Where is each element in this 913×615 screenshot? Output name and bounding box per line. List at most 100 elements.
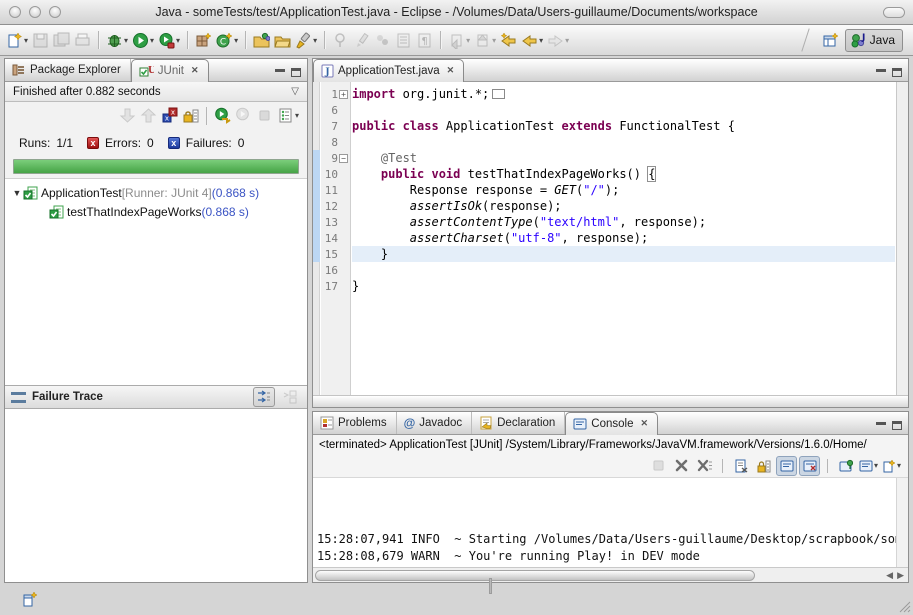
pin-console-button[interactable] [835, 456, 856, 476]
new-wizard-button[interactable]: ▾ [4, 28, 30, 52]
run-caret-icon[interactable]: ▾ [150, 36, 154, 45]
close-junit-tab-icon[interactable]: ✕ [191, 65, 199, 76]
back-caret-icon[interactable]: ▾ [539, 36, 543, 45]
scroll-lock-button[interactable] [180, 104, 201, 128]
fold-marker-icon[interactable]: − [339, 154, 348, 163]
show-console-stderr-button[interactable] [799, 456, 820, 476]
new-class-caret-icon[interactable]: ▾ [234, 36, 238, 45]
run-button[interactable]: ▾ [130, 28, 156, 52]
open-perspective-button[interactable] [820, 28, 841, 52]
toggle-mark-occurrences-button [330, 28, 351, 52]
tab-javadoc[interactable]: @ Javadoc [397, 412, 473, 434]
maximize-console-icon[interactable] [892, 421, 902, 430]
filter-stack-trace-button[interactable] [253, 387, 275, 407]
tab-editor-applicationtest[interactable]: J ApplicationTest.java ✕ [313, 59, 464, 82]
code-line[interactable]: public class ApplicationTest extends Fun… [352, 118, 895, 134]
console-scroll-lock-button[interactable] [753, 456, 774, 476]
code-line[interactable]: Response response = GET("/"); [352, 182, 895, 198]
debug-caret-icon[interactable]: ▾ [124, 36, 128, 45]
new-wizard-caret-icon[interactable]: ▾ [24, 36, 28, 45]
previous-annotation-caret-icon: ▾ [492, 36, 496, 45]
open-console-button[interactable]: ▾ [881, 456, 902, 476]
new-java-project-button[interactable] [193, 28, 214, 52]
display-console-caret-icon[interactable]: ▾ [874, 461, 878, 470]
code-line[interactable]: assertCharset("utf-8", response); [352, 230, 895, 246]
remove-all-launches-button[interactable] [694, 456, 715, 476]
remove-launch-button[interactable] [671, 456, 692, 476]
code-line[interactable]: public void testThatIndexPageWorks() { [352, 166, 895, 182]
test-name: testThatIndexPageWorks [67, 205, 202, 219]
next-annotation-icon [448, 32, 465, 49]
toolbar-pill-icon[interactable] [883, 7, 905, 18]
code-line[interactable] [352, 102, 895, 118]
disclosure-triangle-icon[interactable]: ▼ [11, 188, 23, 198]
run-external-tools-button[interactable]: ▾ [156, 28, 182, 52]
test-time: (0.868 s) [212, 186, 259, 200]
tab-problems[interactable]: Problems [313, 412, 397, 434]
history-caret-icon[interactable]: ▾ [295, 111, 299, 120]
open-console-caret-icon[interactable]: ▾ [897, 461, 901, 470]
display-selected-console-button[interactable]: ▾ [858, 456, 879, 476]
compare-result-button [279, 387, 301, 407]
fast-view-button[interactable] [22, 591, 38, 611]
new-class-button[interactable]: C ▾ [214, 28, 240, 52]
show-failures-only-button[interactable]: xx [159, 104, 180, 128]
tab-package-explorer[interactable]: Package Explorer [5, 59, 131, 81]
failure-trace-content[interactable] [5, 409, 307, 582]
minimize-console-icon[interactable] [876, 422, 886, 430]
view-menu-chevron-icon[interactable]: ▽ [291, 86, 299, 97]
show-stderr-icon [803, 459, 817, 473]
clear-console-button[interactable] [730, 456, 751, 476]
tab-declaration[interactable]: Declaration [472, 412, 565, 434]
test-run-history-button[interactable]: ▾ [275, 104, 301, 128]
minimize-view-icon[interactable] [275, 69, 285, 77]
tab-junit-label: JUnit [158, 65, 184, 77]
show-console-stdout-button[interactable] [776, 456, 797, 476]
console-vertical-scrollbar[interactable] [896, 478, 908, 567]
code-line[interactable] [352, 262, 895, 278]
maximize-editor-icon[interactable] [892, 68, 902, 77]
console-output[interactable]: 15:28:07,941 INFO ~ Starting /Volumes/Da… [313, 478, 908, 567]
code-line[interactable]: assertContentType("text/html", response)… [352, 214, 895, 230]
fold-marker-icon[interactable]: + [339, 90, 348, 99]
test-result-tree[interactable]: ▼ApplicationTest [Runner: JUnit 4] (0.86… [5, 179, 307, 385]
code-line[interactable]: } [352, 278, 895, 294]
open-resource-button[interactable] [272, 28, 293, 52]
minimize-editor-icon[interactable] [876, 69, 886, 77]
java-perspective-button[interactable]: J Java [845, 29, 903, 52]
current-code-line[interactable]: } [352, 246, 895, 262]
code-line[interactable]: import org.junit.*; [352, 86, 895, 102]
test-tree-row[interactable]: ▼ApplicationTest [Runner: JUnit 4] (0.86… [5, 183, 307, 202]
display-console-icon [859, 459, 873, 473]
run-external-tools-caret-icon[interactable]: ▾ [176, 36, 180, 45]
tab-junit[interactable]: U JUnit ✕ [131, 59, 209, 82]
tab-console[interactable]: Console ✕ [565, 412, 658, 435]
close-editor-tab-icon[interactable]: ✕ [447, 65, 455, 76]
console-horizontal-scrollbar[interactable]: ◀ ▶ [313, 567, 908, 582]
overview-ruler[interactable] [896, 82, 908, 395]
sash-handle[interactable] [489, 578, 492, 594]
back-button[interactable]: ▾ [519, 28, 545, 52]
rerun-test-button[interactable] [212, 104, 233, 128]
maximize-view-icon[interactable] [291, 68, 301, 77]
code-text[interactable]: import org.junit.*; public class Applicat… [352, 82, 895, 395]
errors-label: Errors: [105, 136, 141, 150]
code-line[interactable]: assertIsOk(response); [352, 198, 895, 214]
next-annotation-button: ▾ [446, 28, 472, 52]
open-element-button[interactable]: ▾ [293, 28, 319, 52]
scroll-left-icon[interactable]: ◀ [886, 570, 893, 581]
scroll-right-icon[interactable]: ▶ [897, 570, 904, 581]
debug-button[interactable]: ▾ [104, 28, 130, 52]
resize-grip-icon[interactable] [897, 599, 911, 613]
last-edit-location-button[interactable] [498, 28, 519, 52]
test-tree-row[interactable]: testThatIndexPageWorks (0.868 s) [5, 202, 307, 221]
open-element-caret-icon[interactable]: ▾ [313, 36, 317, 45]
code-editor[interactable]: 1+6789−1011121314151617 import org.junit… [313, 82, 908, 395]
editor-horizontal-scrollbar[interactable] [313, 395, 908, 407]
open-type-button[interactable] [251, 28, 272, 52]
close-console-tab-icon[interactable]: ✕ [641, 418, 649, 429]
main-toolbar: ▾ ▾ ▾ ▾ C ▾ ▾ [0, 25, 913, 56]
code-line[interactable]: @Test [352, 150, 895, 166]
scrollbar-thumb[interactable] [315, 570, 755, 581]
code-line[interactable] [352, 134, 895, 150]
